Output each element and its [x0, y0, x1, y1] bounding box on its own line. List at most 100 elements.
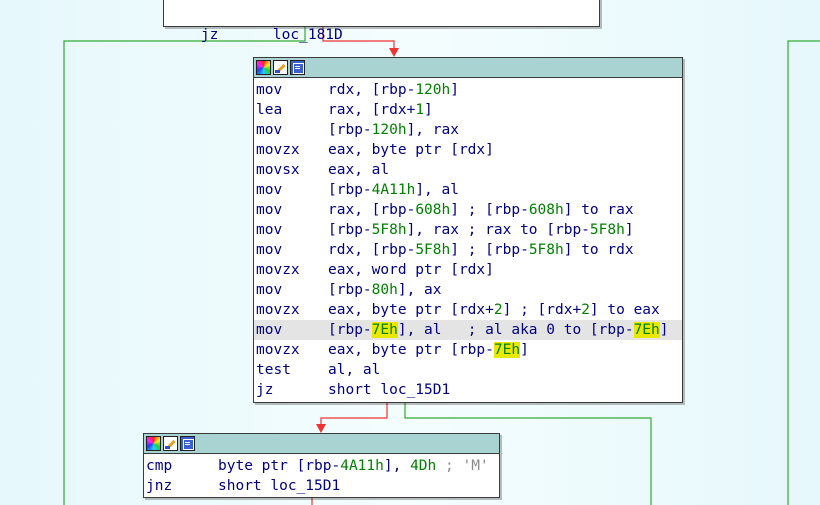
mnemonic: mov: [256, 282, 283, 298]
highlighted-operand-number: 7Eh: [493, 342, 521, 358]
operand-number: 5F8h: [528, 242, 564, 258]
operand: eax, byte ptr [rdx]: [328, 142, 494, 158]
operand: ] ; [rbp-: [450, 242, 529, 258]
mnemonic: mov: [256, 222, 283, 238]
operand-number: 5F8h: [371, 222, 407, 238]
operand: [rbp-: [328, 182, 372, 198]
mnemonic: mov: [256, 122, 283, 138]
operand: ]: [624, 222, 634, 238]
operand-number: 4Dh: [410, 458, 437, 474]
main-code-block[interactable]: mov rdx, [rbp-120h] lea rax, [rdx+1] mov [r…: [253, 57, 683, 403]
highlighted-operand-number: 7Eh: [371, 322, 398, 338]
operand: ]: [659, 322, 669, 338]
edge-true-right: [787, 40, 820, 505]
operand: ] to eax: [589, 302, 660, 318]
instruction-line[interactable]: mov [rbp-120h], rax: [254, 120, 682, 140]
instruction-line[interactable]: mov rax, [rbp-608h] ; [rbp-608h] to rax: [254, 200, 682, 220]
operand: ]: [450, 82, 459, 98]
operand: ]: [424, 102, 433, 118]
graph-icon[interactable]: [290, 60, 305, 75]
instruction-line[interactable]: jz loc_181D: [164, 5, 599, 43]
edit-icon[interactable]: [163, 436, 178, 451]
operand-number: 4A11h: [340, 458, 384, 474]
color-icon[interactable]: [256, 60, 271, 75]
mnemonic: lea: [256, 102, 283, 118]
instruction-line[interactable]: mov rdx, [rbp-5F8h] ; [rbp-5F8h] to rdx: [254, 240, 682, 260]
operand: ], rax: [406, 122, 459, 138]
operand: short loc_15D1: [328, 382, 451, 398]
top-code-block[interactable]: jz loc_181D: [163, 0, 600, 43]
operand: ] to rax: [563, 202, 634, 218]
operand: ], al ; al aka 0 to [rbp-: [397, 322, 634, 338]
operand: ]: [520, 342, 529, 358]
mnemonic: test: [256, 362, 291, 378]
mnemonic: jnz: [146, 478, 173, 494]
mnemonic: mov: [256, 82, 283, 98]
operand-number: 120h: [371, 122, 407, 138]
block-header: [254, 58, 682, 78]
mnemonic: movzx: [256, 142, 300, 158]
mnemonic: movzx: [256, 262, 300, 278]
instruction-line[interactable]: mov [rbp-4A11h], al: [254, 180, 682, 200]
comment: ; 'M': [436, 458, 489, 474]
instruction-line[interactable]: movsx eax, al: [254, 160, 682, 180]
instruction-line[interactable]: movzx eax, byte ptr [rdx+2] ; [rdx+2] to …: [254, 300, 682, 320]
mnemonic: movsx: [256, 162, 300, 178]
instruction-line[interactable]: jz short loc_15D1: [254, 380, 682, 400]
operand: [rbp-: [328, 222, 372, 238]
instruction-line[interactable]: lea rax, [rdx+1]: [254, 100, 682, 120]
instruction-line[interactable]: mov rdx, [rbp-120h]: [254, 80, 682, 100]
operand-number: 608h: [528, 202, 564, 218]
instruction-line[interactable]: movzx eax, byte ptr [rdx]: [254, 140, 682, 160]
operand: [rbp-: [328, 322, 372, 338]
operand: short loc_15D1: [218, 478, 341, 494]
block-header: [144, 434, 499, 454]
operand: rax, [rdx+: [328, 102, 416, 118]
instruction-line[interactable]: mov [rbp-80h], ax: [254, 280, 682, 300]
operand-number: 5F8h: [415, 242, 451, 258]
bottom-code-block[interactable]: cmp byte ptr [rbp-4A11h], 4Dh ; 'M' jnz sh…: [143, 433, 500, 498]
arrow-main: [389, 48, 399, 57]
operand: [rbp-: [328, 122, 372, 138]
instruction-line[interactable]: movzx eax, word ptr [rdx]: [254, 260, 682, 280]
color-icon[interactable]: [146, 436, 161, 451]
operand-number: 120h: [415, 82, 451, 98]
mnemonic: jz: [256, 382, 274, 398]
instruction-line[interactable]: jnz short loc_15D1: [144, 476, 499, 496]
operand: ],: [383, 458, 411, 474]
operand: ] to rdx: [563, 242, 634, 258]
instruction-line[interactable]: cmp byte ptr [rbp-4A11h], 4Dh ; 'M': [144, 456, 499, 476]
edge-fallthrough-main: [320, 402, 388, 426]
instruction-line[interactable]: test al, al: [254, 360, 682, 380]
operand: [rbp-: [328, 282, 372, 298]
mnemonic: mov: [256, 242, 283, 258]
mnemonic: jz: [200, 27, 219, 43]
operand: rdx, [rbp-: [328, 242, 416, 258]
instruction-line[interactable]: mov [rbp-5F8h], rax ; rax to [rbp-5F8h]: [254, 220, 682, 240]
operand: eax, word ptr [rdx]: [328, 262, 494, 278]
operand: rdx, [rbp-: [328, 82, 416, 98]
current-instruction-line[interactable]: mov [rbp-7Eh], al ; al aka 0 to [rbp-7Eh]: [254, 320, 682, 340]
operand-number: 1: [415, 102, 425, 118]
operand: ], ax: [397, 282, 442, 298]
mnemonic: cmp: [146, 458, 173, 474]
highlighted-operand-number: 7Eh: [633, 322, 660, 338]
operand: al, al: [328, 362, 381, 378]
operand-number: 608h: [415, 202, 451, 218]
mnemonic: mov: [256, 182, 283, 198]
operand: ], rax ; rax to [rbp-: [406, 222, 590, 238]
operand: eax, byte ptr [rbp-: [328, 342, 494, 358]
operand: ] ; [rdx+: [502, 302, 582, 318]
operand-number: 80h: [371, 282, 398, 298]
edit-icon[interactable]: [273, 60, 288, 75]
operand: rax, [rbp-: [328, 202, 416, 218]
operand: ], al: [415, 182, 459, 198]
operand-number: 4A11h: [371, 182, 416, 198]
operand-number: 5F8h: [589, 222, 625, 238]
operand: eax, byte ptr [rdx+: [328, 302, 494, 318]
mnemonic: mov: [256, 322, 283, 338]
instruction-line[interactable]: movzx eax, byte ptr [rbp-7Eh]: [254, 340, 682, 360]
operand-number: 2: [493, 302, 503, 318]
arrow-bottom: [316, 424, 326, 433]
graph-icon[interactable]: [180, 436, 195, 451]
